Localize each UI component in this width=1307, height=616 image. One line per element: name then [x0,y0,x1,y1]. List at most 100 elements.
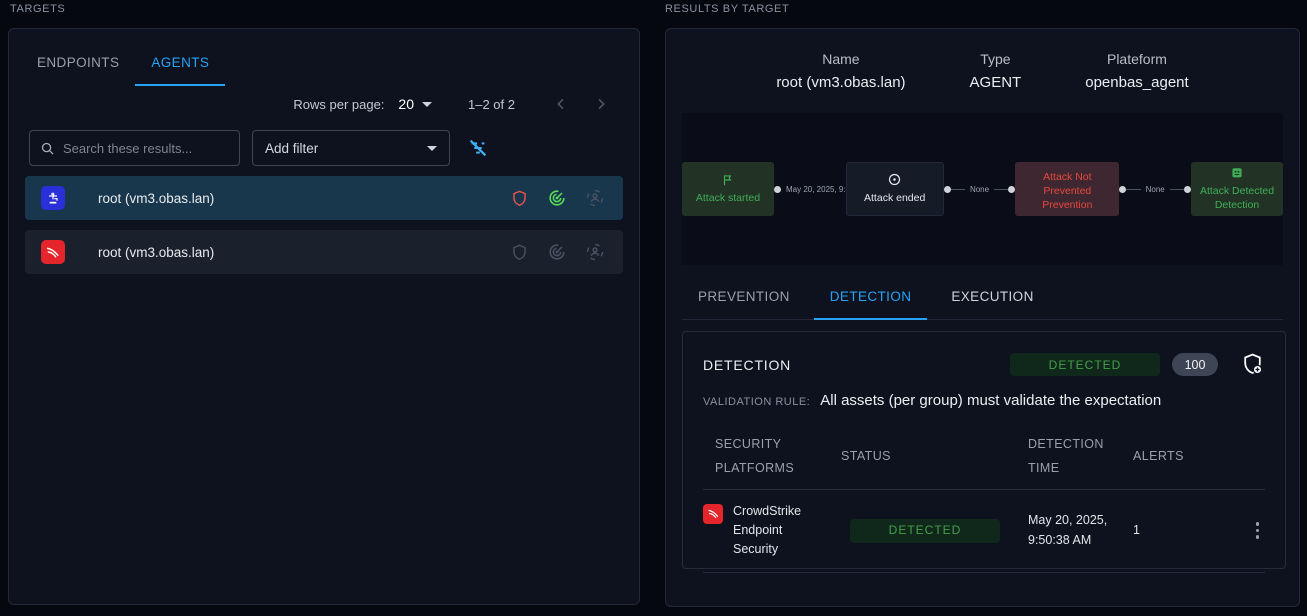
clear-filters-button[interactable] [462,132,494,164]
connector-dot [1119,186,1126,193]
platform-name: CrowdStrike Endpoint Security [733,502,815,560]
chevron-left-icon [553,96,569,112]
timeline-connector: None [1119,185,1191,194]
platform-label: Plateform [1107,51,1167,67]
timeline-node-not-prevented[interactable]: Attack Not Prevented Prevention [1015,162,1119,216]
table-row: CrowdStrike Endpoint Security DETECTED M… [703,490,1265,572]
timeline-node-label: Attack ended [864,191,925,205]
validation-rule-value: All assets (per group) must validate the… [820,392,1161,409]
rows-per-page-select[interactable]: 20 [398,96,432,112]
shield-plus-icon [1240,352,1265,377]
type-value: AGENT [970,74,1022,91]
flag-icon [721,173,735,187]
connector-dot [944,186,951,193]
pagination-bar: Rows per page: 20 1–2 of 2 [9,86,639,116]
results-card: Name root (vm3.obas.lan) Type AGENT Plat… [665,28,1300,607]
attack-timeline: Attack started May 20, 2025, 9:49:00 AM … [682,113,1283,265]
prevention-shield-icon [510,189,529,208]
crowdstrike-icon [703,504,723,524]
search-box[interactable] [29,130,240,166]
detection-time-value: May 20, 2025, 9:50:38 AM [1028,511,1108,550]
detection-title: DETECTION [703,357,1010,373]
alerts-count: 1 [1133,509,1213,552]
rows-per-page-value: 20 [398,96,414,112]
connector-dot [774,186,781,193]
tab-execution[interactable]: EXECUTION [935,281,1049,319]
connector-dot [1008,186,1015,193]
timeline-node-label: Attack Not Prevented [1021,170,1113,198]
openbas-results-page: TARGETS ENDPOINTS AGENTS Rows per page: … [0,0,1307,616]
agent-row-label: root (vm3.obas.lan) [98,245,510,260]
tab-endpoints[interactable]: ENDPOINTS [21,49,135,86]
pagination-range: 1–2 of 2 [468,97,515,112]
openbas-agent-icon [41,186,65,210]
search-input[interactable] [63,141,229,156]
timeline-node-sublabel: Detection [1215,198,1259,212]
connector-dot [1184,186,1191,193]
timeline-connector: None [944,185,1016,194]
targets-section-title: TARGETS [10,3,65,15]
validation-rule: VALIDATION RULE: All assets (per group) … [703,392,1265,409]
type-label: Type [980,51,1010,67]
results-section-title: RESULTS BY TARGET [665,3,789,15]
targets-card: ENDPOINTS AGENTS Rows per page: 20 1–2 o… [8,28,640,605]
detected-status-chip: DETECTED [1010,353,1160,376]
filter-list-off-icon [467,137,489,159]
prevention-shield-icon [510,243,529,262]
caret-down-icon [422,102,432,107]
timeline-node-label: Attack Detected [1200,184,1274,198]
caret-down-icon [427,146,437,151]
header-status: STATUS [841,435,1028,477]
detection-track-changes-icon [547,188,567,208]
targets-tabs: ENDPOINTS AGENTS [9,29,639,86]
agent-row-openbas[interactable]: root (vm3.obas.lan) [25,176,623,220]
crowdstrike-icon [41,240,65,264]
detection-track-changes-icon [547,242,567,262]
header-alerts: ALERTS [1133,435,1213,477]
timeline-connector: May 20, 2025, 9:49:00 AM [774,185,846,194]
target-summary: Name root (vm3.obas.lan) Type AGENT Plat… [666,29,1299,91]
connector-label: None [1141,185,1170,194]
timeline-node-sublabel: Prevention [1042,198,1092,212]
header-detection-time: DETECTION TIME [1028,423,1133,489]
agent-row-crowdstrike[interactable]: root (vm3.obas.lan) [25,230,623,274]
table-header-row: SECURITY PLATFORMS STATUS DETECTION TIME… [703,423,1265,489]
detection-card: DETECTION DETECTED 100 VALIDATION RULE: … [682,331,1286,569]
row-status-chip: DETECTED [850,519,1000,543]
tab-agents[interactable]: AGENTS [135,49,225,86]
timeline-node-attack-ended[interactable]: Attack ended [846,162,944,216]
rows-per-page-label: Rows per page: [293,97,384,112]
agents-list: root (vm3.obas.lan) [9,166,639,274]
row-menu-button[interactable] [1250,518,1266,543]
target-icon [887,172,902,187]
timeline-node-attack-detected[interactable]: Attack Detected Detection [1191,162,1283,216]
tab-prevention[interactable]: PREVENTION [682,281,806,319]
chevron-right-icon [593,96,609,112]
tab-detection[interactable]: DETECTION [814,281,928,320]
previous-page-button[interactable] [549,92,573,116]
agent-row-label: root (vm3.obas.lan) [98,191,510,206]
filter-toolbar: Add filter [9,116,639,166]
agent-status-icons [510,188,605,208]
next-page-button[interactable] [589,92,613,116]
human-validation-icon [585,188,605,208]
timeline-node-label: Attack started [696,191,760,205]
detection-card-header: DETECTION DETECTED 100 [703,352,1265,377]
header-security-platforms: SECURITY PLATFORMS [703,423,841,489]
agent-status-icons [510,242,605,262]
expectation-tabs: PREVENTION DETECTION EXECUTION [682,281,1283,320]
add-filter-select[interactable]: Add filter [252,130,450,166]
platform-value: openbas_agent [1085,74,1188,91]
name-value: root (vm3.obas.lan) [776,74,905,91]
connector-label: None [965,185,994,194]
search-icon [40,140,55,157]
score-chip: 100 [1172,353,1218,376]
add-filter-label: Add filter [265,141,318,156]
timeline-node-attack-started[interactable]: Attack started [682,162,774,216]
human-validation-icon [585,242,605,262]
add-validation-button[interactable] [1240,352,1265,377]
security-platforms-table: SECURITY PLATFORMS STATUS DETECTION TIME… [703,423,1265,573]
validation-rule-label: VALIDATION RULE: [703,396,810,408]
bug-icon [1230,166,1244,180]
name-label: Name [822,51,859,67]
